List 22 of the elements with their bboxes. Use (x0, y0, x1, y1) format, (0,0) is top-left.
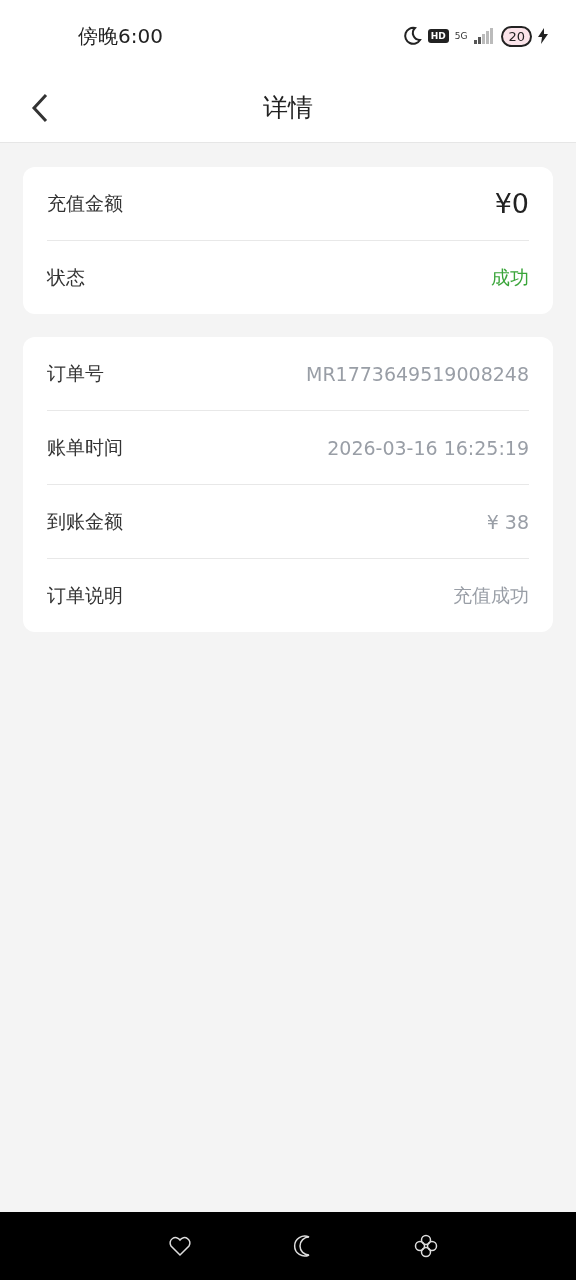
row-value: ¥ 38 (486, 510, 529, 533)
row-label: 订单说明 (47, 582, 123, 608)
chevron-left-icon (30, 92, 50, 124)
status-time: 傍晚6:00 (78, 22, 164, 50)
row-label: 到账金额 (47, 508, 123, 534)
clover-icon[interactable] (414, 1234, 438, 1258)
row-value: 成功 (491, 264, 529, 290)
row-label: 充值金额 (47, 190, 123, 216)
battery-level: 20 (501, 25, 532, 47)
row-value: MR1773649519008248 (306, 362, 529, 385)
heart-icon[interactable] (168, 1235, 192, 1257)
network-label: 5G (454, 31, 468, 41)
row-label: 账单时间 (47, 434, 123, 460)
page-title: 详情 (263, 91, 313, 124)
signal-icon (473, 28, 496, 44)
row-value: 充值成功 (453, 582, 529, 608)
moon-icon (401, 26, 422, 46)
row-value: 2026-03-16 16:25:19 (327, 436, 529, 459)
row-value: ¥0 (494, 188, 529, 219)
row-label: 状态 (47, 264, 85, 290)
hd-badge: HD (427, 29, 449, 43)
row-label: 订单号 (47, 360, 104, 386)
